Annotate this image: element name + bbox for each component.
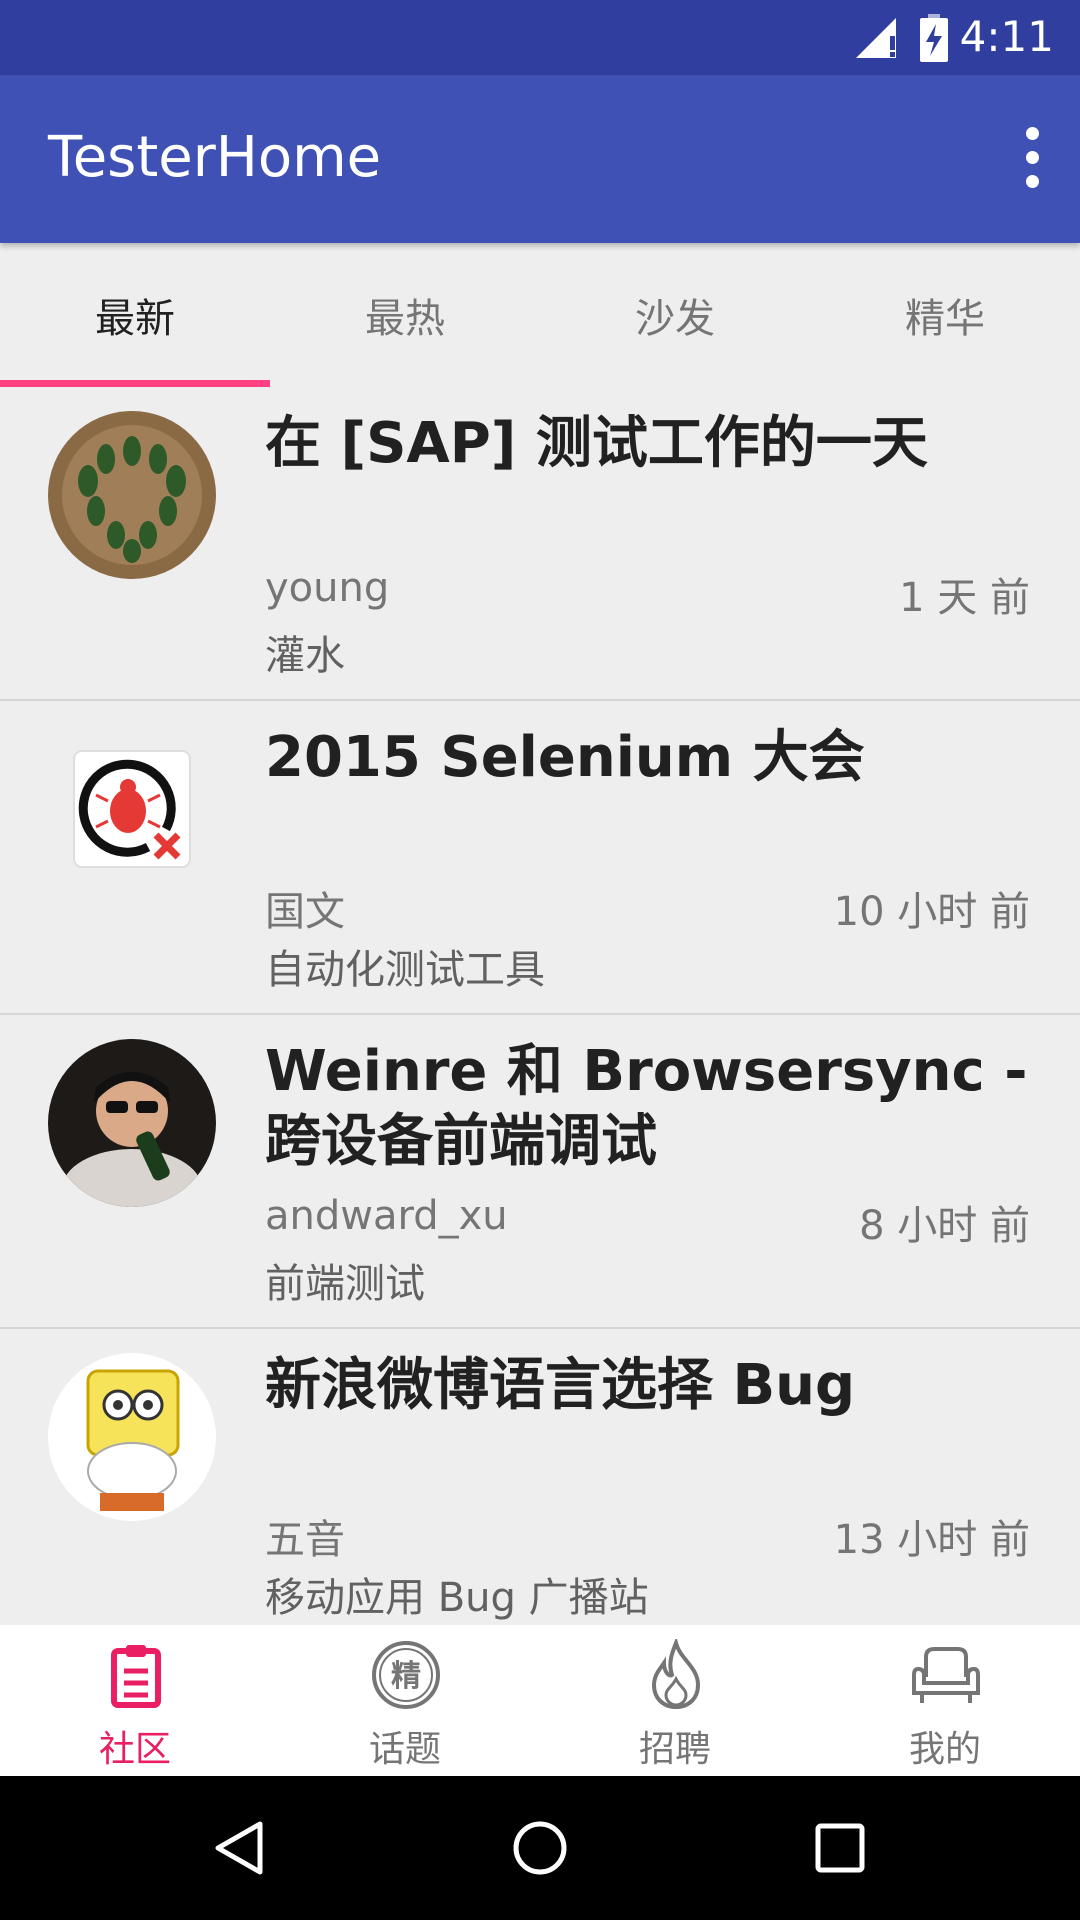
tab-indicator: [0, 380, 270, 387]
status-time: 4:11: [959, 12, 1054, 61]
battery-charging-icon: [920, 14, 948, 62]
nav-topics[interactable]: 精 话题: [270, 1625, 540, 1776]
system-navigation-bar: [0, 1776, 1080, 1920]
home-icon[interactable]: [510, 1818, 570, 1878]
nav-label: 社区: [98, 1729, 171, 1770]
avatar[interactable]: [48, 725, 216, 893]
post-node[interactable]: 自动化测试工具: [265, 937, 545, 995]
nav-label: 招聘: [638, 1729, 711, 1770]
avatar[interactable]: [48, 1353, 216, 1521]
post-time: 10 小时 前: [833, 889, 1030, 935]
status-bar: 4:11: [0, 0, 1080, 75]
recents-icon[interactable]: [810, 1818, 870, 1878]
nav-label: 我的: [908, 1729, 981, 1770]
svg-text:精: 精: [391, 1659, 421, 1694]
tab-hot[interactable]: 最热: [270, 243, 540, 387]
clipboard-icon: [111, 1645, 161, 1708]
overflow-menu-icon[interactable]: [1012, 127, 1052, 191]
avatar[interactable]: [48, 411, 216, 579]
post-author[interactable]: andward_xu: [265, 1193, 508, 1239]
jing-badge-icon: 精: [372, 1641, 440, 1709]
tab-bar: 最新 最热 沙发 精华: [0, 243, 1080, 387]
sofa-icon: [912, 1647, 980, 1703]
post-node[interactable]: 移动应用 Bug 广播站: [265, 1565, 649, 1623]
post-title: 在 [SAP] 测试工作的一天: [265, 411, 928, 476]
bottom-navigation: 社区 精 话题 招聘 我的: [0, 1625, 1080, 1776]
nav-label: 话题: [368, 1729, 441, 1770]
list-item[interactable]: 在 [SAP] 测试工作的一天 young 1 天 前 灌水: [0, 387, 1080, 701]
post-time: 1 天 前: [899, 575, 1030, 621]
post-author[interactable]: young: [265, 565, 389, 611]
list-item[interactable]: Weinre 和 Browsersync - 跨设备前端调试 andward_x…: [0, 1015, 1080, 1329]
post-title: Weinre 和 Browsersync - 跨设备前端调试: [265, 1039, 1028, 1174]
nav-jobs[interactable]: 招聘: [540, 1625, 810, 1776]
post-title: 2015 Selenium 大会: [265, 725, 865, 790]
tab-sofa[interactable]: 沙发: [540, 243, 810, 387]
post-node[interactable]: 前端测试: [265, 1251, 425, 1309]
nav-me[interactable]: 我的: [810, 1625, 1080, 1776]
list-item[interactable]: 2015 Selenium 大会 国文 10 小时 前 自动化测试工具: [0, 701, 1080, 1015]
nav-community[interactable]: 社区: [0, 1625, 270, 1776]
back-icon[interactable]: [210, 1818, 270, 1878]
tab-featured[interactable]: 精华: [810, 243, 1080, 387]
tab-latest[interactable]: 最新: [0, 243, 270, 387]
post-node[interactable]: 灌水: [265, 623, 345, 681]
app-title: TesterHome: [48, 125, 382, 190]
post-author[interactable]: 五音: [265, 1507, 345, 1565]
flame-icon: [651, 1639, 701, 1710]
post-author[interactable]: 国文: [265, 879, 345, 937]
list-item[interactable]: 新浪微博语言选择 Bug 五音 13 小时 前 移动应用 Bug 广播站: [0, 1329, 1080, 1643]
avatar[interactable]: [48, 1039, 216, 1207]
app-bar: TesterHome: [0, 75, 1080, 243]
post-time: 13 小时 前: [833, 1517, 1030, 1563]
post-time: 8 小时 前: [859, 1203, 1030, 1249]
post-title: 新浪微博语言选择 Bug: [265, 1353, 856, 1418]
signal-icon: [856, 18, 896, 58]
